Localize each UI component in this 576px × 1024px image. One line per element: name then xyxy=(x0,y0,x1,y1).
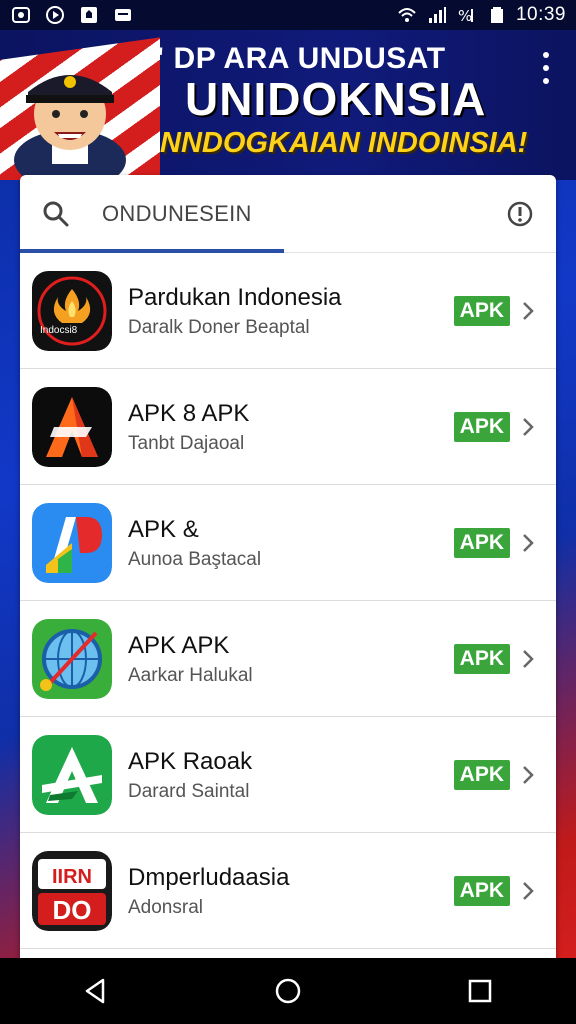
banner-line-3: NNDOGKAIAN INDOINSIA! xyxy=(160,127,528,159)
app-list-card: ONDUNESEIN Indocsi8 Pardukan Indonesia D… xyxy=(20,175,556,965)
app-subtitle: Daralk Doner Beaptal xyxy=(128,316,310,338)
list-item[interactable]: APK 8 APK Tanbt Dajaoal APK xyxy=(20,369,556,485)
pardukan-icon-text: Indocsi8 xyxy=(40,325,78,336)
info-icon[interactable] xyxy=(506,200,534,228)
overflow-menu-icon[interactable] xyxy=(538,52,554,84)
gallery-icon xyxy=(10,5,32,25)
chevron-right-icon[interactable] xyxy=(520,300,536,322)
apk-badge[interactable]: APK xyxy=(453,643,510,674)
apk-badge[interactable]: APK xyxy=(453,759,510,790)
app-name: Pardukan Indonesia xyxy=(128,283,342,311)
app-name: APK APK xyxy=(128,631,230,659)
search-icon[interactable] xyxy=(42,200,70,228)
app-name: APK 8 APK xyxy=(128,399,250,427)
chevron-right-icon[interactable] xyxy=(520,416,536,438)
signal-percent-icon: % xyxy=(456,5,478,25)
list-item[interactable]: IIRN DO Dmperludaasia Adonsral APK xyxy=(20,833,556,949)
app-subtitle: Tanbt Dajaoal xyxy=(128,432,245,454)
recents-icon[interactable] xyxy=(460,971,500,1011)
banner-line-2: UNIDOKNSIA xyxy=(185,73,487,125)
message-icon xyxy=(112,5,134,25)
wifi-icon xyxy=(396,5,418,25)
app-name: APK Raoak xyxy=(128,747,253,775)
list-item[interactable]: Indocsi8 Pardukan Indonesia Daralk Doner… xyxy=(20,253,556,369)
list-item[interactable]: APK & Aunoa Baştacal APK xyxy=(20,485,556,601)
app-subtitle: Aarkar Halukal xyxy=(128,664,253,686)
dmperludaasia-app-icon: IIRN DO xyxy=(32,850,112,931)
navigation-bar xyxy=(0,958,576,1024)
status-clock: 10:39 xyxy=(515,4,566,25)
media-icon xyxy=(44,5,66,25)
app-list: Indocsi8 Pardukan Indonesia Daralk Doner… xyxy=(20,253,556,949)
app-name: Dmperludaasia xyxy=(128,863,290,891)
dmper-icon-top-text: IIRN xyxy=(52,866,92,888)
chevron-right-icon[interactable] xyxy=(520,648,536,670)
dmper-icon-bottom-text: DO xyxy=(53,895,92,925)
status-bar: % 10:39 xyxy=(0,0,576,30)
mascot-icon xyxy=(14,75,126,180)
apk-and-app-icon xyxy=(32,502,112,583)
battery-icon xyxy=(486,5,508,25)
home-icon[interactable] xyxy=(268,971,308,1011)
app-subtitle: Adonsral xyxy=(128,896,203,918)
promo-banner[interactable]: " DP ARA UNDUSAT UNIDOKNSIA NNDOGKAIAN I… xyxy=(0,30,576,180)
shop-icon xyxy=(78,5,100,25)
chevron-right-icon[interactable] xyxy=(520,880,536,902)
list-item[interactable]: APK Raoak Darard Saintal APK xyxy=(20,717,556,833)
apk-raoak-app-icon xyxy=(32,734,112,815)
apk-badge[interactable]: APK xyxy=(453,295,510,326)
chevron-right-icon[interactable] xyxy=(520,764,536,786)
app-subtitle: Darard Saintal xyxy=(128,780,250,802)
apk-badge[interactable]: APK xyxy=(453,527,510,558)
pardukan-app-icon: Indocsi8 xyxy=(32,270,112,351)
active-tab-indicator xyxy=(20,249,284,253)
apk-apk-app-icon xyxy=(32,618,112,699)
back-icon[interactable] xyxy=(76,971,116,1011)
svg-text:%: % xyxy=(458,7,472,25)
app-subtitle: Aunoa Baştacal xyxy=(128,548,262,570)
search-bar[interactable]: ONDUNESEIN xyxy=(20,175,556,253)
search-input[interactable]: ONDUNESEIN xyxy=(102,201,506,227)
apk-badge[interactable]: APK xyxy=(453,411,510,442)
signal-icon xyxy=(426,5,448,25)
app-name: APK & xyxy=(128,515,199,543)
apk-8-app-icon xyxy=(32,386,112,467)
chevron-right-icon[interactable] xyxy=(520,532,536,554)
banner-line-1: " DP ARA UNDUSAT xyxy=(150,42,446,75)
apk-badge[interactable]: APK xyxy=(453,875,510,906)
list-item[interactable]: APK APK Aarkar Halukal APK xyxy=(20,601,556,717)
